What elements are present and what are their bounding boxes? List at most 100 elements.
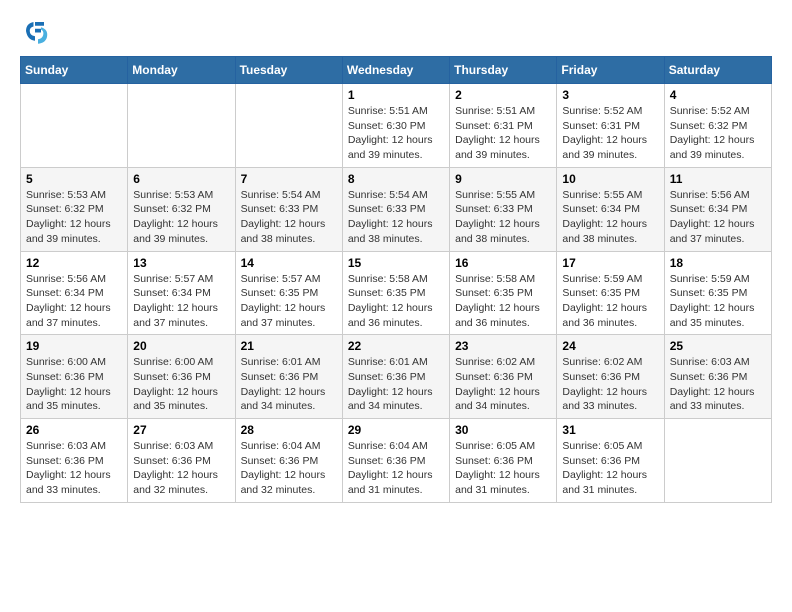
day-cell: 18 Sunrise: 5:59 AM Sunset: 6:35 PM Dayli… (664, 251, 771, 335)
day-number: 10 (562, 172, 658, 186)
day-cell: 24 Sunrise: 6:02 AM Sunset: 6:36 PM Dayli… (557, 335, 664, 419)
day-cell: 20 Sunrise: 6:00 AM Sunset: 6:36 PM Dayli… (128, 335, 235, 419)
day-cell: 19 Sunrise: 6:00 AM Sunset: 6:36 PM Dayli… (21, 335, 128, 419)
day-cell: 11 Sunrise: 5:56 AM Sunset: 6:34 PM Dayli… (664, 167, 771, 251)
day-cell: 4 Sunrise: 5:52 AM Sunset: 6:32 PM Daylig… (664, 84, 771, 168)
day-header-tuesday: Tuesday (235, 57, 342, 84)
day-number: 14 (241, 256, 337, 270)
day-number: 18 (670, 256, 766, 270)
day-info: Sunrise: 5:55 AM Sunset: 6:33 PM Dayligh… (455, 188, 551, 247)
day-number: 6 (133, 172, 229, 186)
day-info: Sunrise: 6:03 AM Sunset: 6:36 PM Dayligh… (133, 439, 229, 498)
day-number: 11 (670, 172, 766, 186)
day-cell: 21 Sunrise: 6:01 AM Sunset: 6:36 PM Dayli… (235, 335, 342, 419)
day-info: Sunrise: 5:51 AM Sunset: 6:30 PM Dayligh… (348, 104, 444, 163)
day-cell: 28 Sunrise: 6:04 AM Sunset: 6:36 PM Dayli… (235, 419, 342, 503)
day-number: 17 (562, 256, 658, 270)
day-number: 19 (26, 339, 122, 353)
day-info: Sunrise: 6:02 AM Sunset: 6:36 PM Dayligh… (455, 355, 551, 414)
day-info: Sunrise: 5:51 AM Sunset: 6:31 PM Dayligh… (455, 104, 551, 163)
day-number: 1 (348, 88, 444, 102)
day-cell: 15 Sunrise: 5:58 AM Sunset: 6:35 PM Dayli… (342, 251, 449, 335)
day-cell (664, 419, 771, 503)
day-info: Sunrise: 5:53 AM Sunset: 6:32 PM Dayligh… (26, 188, 122, 247)
day-info: Sunrise: 6:05 AM Sunset: 6:36 PM Dayligh… (455, 439, 551, 498)
day-info: Sunrise: 6:05 AM Sunset: 6:36 PM Dayligh… (562, 439, 658, 498)
week-row-2: 5 Sunrise: 5:53 AM Sunset: 6:32 PM Daylig… (21, 167, 772, 251)
day-info: Sunrise: 6:00 AM Sunset: 6:36 PM Dayligh… (26, 355, 122, 414)
day-info: Sunrise: 5:54 AM Sunset: 6:33 PM Dayligh… (241, 188, 337, 247)
day-number: 9 (455, 172, 551, 186)
day-cell: 29Sunrise: 6:04 AM Sunset: 6:36 PM Dayli… (342, 419, 449, 503)
day-number: 23 (455, 339, 551, 353)
day-header-monday: Monday (128, 57, 235, 84)
day-cell: 26 Sunrise: 6:03 AM Sunset: 6:36 PM Dayli… (21, 419, 128, 503)
day-info: Sunrise: 5:55 AM Sunset: 6:34 PM Dayligh… (562, 188, 658, 247)
day-info: Sunrise: 5:56 AM Sunset: 6:34 PM Dayligh… (26, 272, 122, 331)
day-info: Sunrise: 6:04 AM Sunset: 6:36 PM Dayligh… (241, 439, 337, 498)
day-info: Sunrise: 5:59 AM Sunset: 6:35 PM Dayligh… (562, 272, 658, 331)
day-cell: 1 Sunrise: 5:51 AM Sunset: 6:30 PM Daylig… (342, 84, 449, 168)
day-cell: 22Sunrise: 6:01 AM Sunset: 6:36 PM Dayli… (342, 335, 449, 419)
day-cell: 14 Sunrise: 5:57 AM Sunset: 6:35 PM Dayli… (235, 251, 342, 335)
day-number: 4 (670, 88, 766, 102)
day-cell: 6 Sunrise: 5:53 AM Sunset: 6:32 PM Daylig… (128, 167, 235, 251)
day-number: 15 (348, 256, 444, 270)
day-number: 28 (241, 423, 337, 437)
day-info: Sunrise: 5:57 AM Sunset: 6:35 PM Dayligh… (241, 272, 337, 331)
week-row-3: 12 Sunrise: 5:56 AM Sunset: 6:34 PM Dayli… (21, 251, 772, 335)
day-info: Sunrise: 5:53 AM Sunset: 6:32 PM Dayligh… (133, 188, 229, 247)
day-info: Sunrise: 6:02 AM Sunset: 6:36 PM Dayligh… (562, 355, 658, 414)
day-cell: 17 Sunrise: 5:59 AM Sunset: 6:35 PM Dayli… (557, 251, 664, 335)
day-cell: 10 Sunrise: 5:55 AM Sunset: 6:34 PM Dayli… (557, 167, 664, 251)
day-number: 30 (455, 423, 551, 437)
day-number: 22 (348, 339, 444, 353)
day-header-wednesday: Wednesday (342, 57, 449, 84)
day-number: 31 (562, 423, 658, 437)
page-header (20, 16, 772, 46)
day-header-sunday: Sunday (21, 57, 128, 84)
day-info: Sunrise: 5:57 AM Sunset: 6:34 PM Dayligh… (133, 272, 229, 331)
day-number: 26 (26, 423, 122, 437)
day-number: 5 (26, 172, 122, 186)
day-number: 27 (133, 423, 229, 437)
day-info: Sunrise: 6:04 AM Sunset: 6:36 PM Dayligh… (348, 439, 444, 498)
day-cell: 30 Sunrise: 6:05 AM Sunset: 6:36 PM Dayli… (450, 419, 557, 503)
day-number: 13 (133, 256, 229, 270)
day-number: 8 (348, 172, 444, 186)
day-header-thursday: Thursday (450, 57, 557, 84)
day-info: Sunrise: 6:03 AM Sunset: 6:36 PM Dayligh… (670, 355, 766, 414)
logo-icon (20, 16, 50, 46)
day-info: Sunrise: 5:52 AM Sunset: 6:32 PM Dayligh… (670, 104, 766, 163)
day-info: Sunrise: 5:58 AM Sunset: 6:35 PM Dayligh… (348, 272, 444, 331)
day-info: Sunrise: 5:59 AM Sunset: 6:35 PM Dayligh… (670, 272, 766, 331)
day-cell: 23 Sunrise: 6:02 AM Sunset: 6:36 PM Dayli… (450, 335, 557, 419)
day-cell: 9 Sunrise: 5:55 AM Sunset: 6:33 PM Daylig… (450, 167, 557, 251)
day-number: 21 (241, 339, 337, 353)
day-cell: 3Sunrise: 5:52 AM Sunset: 6:31 PM Daylig… (557, 84, 664, 168)
day-header-friday: Friday (557, 57, 664, 84)
day-number: 25 (670, 339, 766, 353)
day-cell: 16Sunrise: 5:58 AM Sunset: 6:35 PM Dayli… (450, 251, 557, 335)
day-cell: 7Sunrise: 5:54 AM Sunset: 6:33 PM Daylig… (235, 167, 342, 251)
day-cell: 12 Sunrise: 5:56 AM Sunset: 6:34 PM Dayli… (21, 251, 128, 335)
day-cell (21, 84, 128, 168)
day-info: Sunrise: 5:54 AM Sunset: 6:33 PM Dayligh… (348, 188, 444, 247)
day-cell: 31 Sunrise: 6:05 AM Sunset: 6:36 PM Dayli… (557, 419, 664, 503)
day-cell: 5 Sunrise: 5:53 AM Sunset: 6:32 PM Daylig… (21, 167, 128, 251)
day-info: Sunrise: 6:03 AM Sunset: 6:36 PM Dayligh… (26, 439, 122, 498)
day-cell: 2 Sunrise: 5:51 AM Sunset: 6:31 PM Daylig… (450, 84, 557, 168)
logo (20, 16, 54, 46)
day-info: Sunrise: 5:56 AM Sunset: 6:34 PM Dayligh… (670, 188, 766, 247)
week-row-4: 19 Sunrise: 6:00 AM Sunset: 6:36 PM Dayli… (21, 335, 772, 419)
day-number: 3 (562, 88, 658, 102)
day-info: Sunrise: 6:00 AM Sunset: 6:36 PM Dayligh… (133, 355, 229, 414)
day-number: 24 (562, 339, 658, 353)
day-number: 12 (26, 256, 122, 270)
day-number: 20 (133, 339, 229, 353)
day-number: 2 (455, 88, 551, 102)
day-info: Sunrise: 6:01 AM Sunset: 6:36 PM Dayligh… (241, 355, 337, 414)
day-cell: 8 Sunrise: 5:54 AM Sunset: 6:33 PM Daylig… (342, 167, 449, 251)
day-header-saturday: Saturday (664, 57, 771, 84)
day-cell (235, 84, 342, 168)
